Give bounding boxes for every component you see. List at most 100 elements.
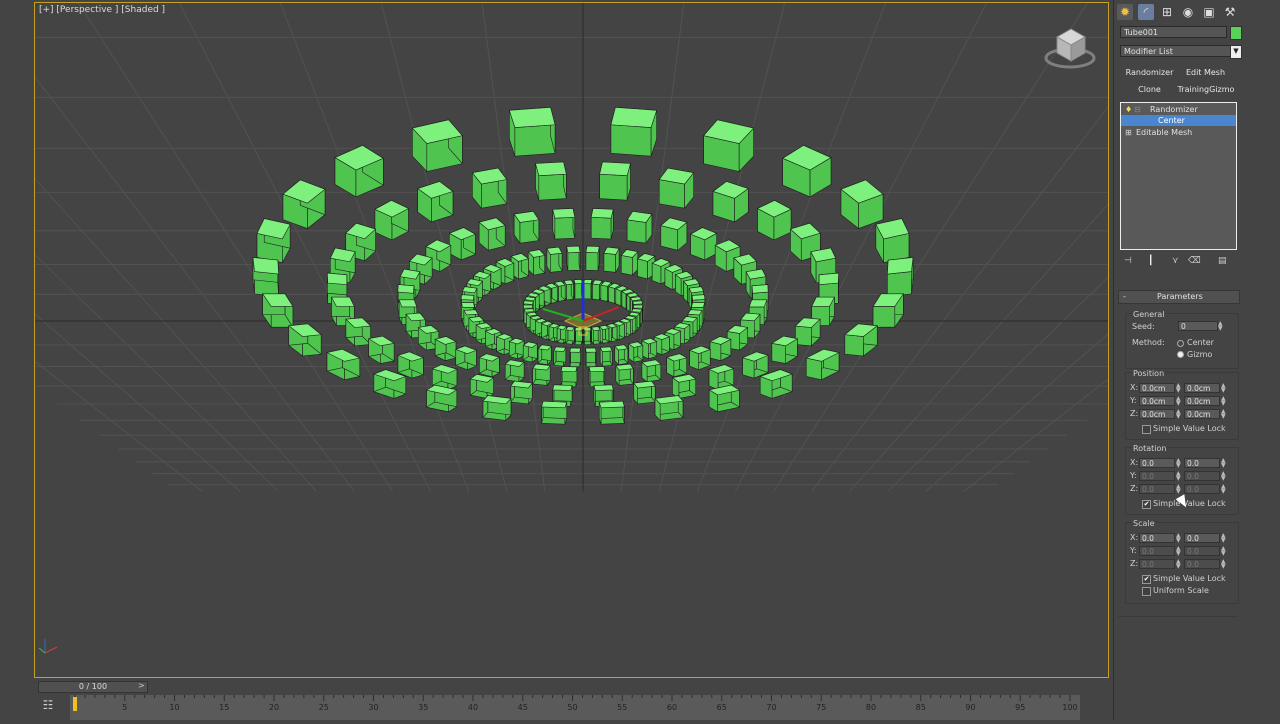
box-side-face[interactable] — [515, 125, 555, 156]
box-side-face[interactable] — [584, 284, 591, 299]
box-top-face[interactable] — [461, 303, 474, 308]
spinner-arrows-icon[interactable]: ▲▼ — [1221, 396, 1226, 406]
motion-icon[interactable]: ◉ — [1180, 4, 1196, 20]
box-side-face[interactable] — [772, 343, 786, 363]
time-slider[interactable]: 0 / 100 — [38, 681, 148, 693]
current-frame-marker[interactable] — [73, 697, 77, 711]
box-top-face[interactable] — [591, 208, 613, 218]
value-max-spinner[interactable]: 0.0cm — [1184, 396, 1220, 406]
stack-item-editable-mesh[interactable]: ⊞ Editable Mesh — [1121, 127, 1236, 138]
box-side-face[interactable] — [600, 174, 628, 200]
spinner-arrows-icon[interactable]: ▲▼ — [1176, 396, 1181, 406]
box-top-face[interactable] — [600, 347, 612, 352]
spinner-arrows-icon[interactable]: ▲▼ — [1221, 559, 1226, 569]
rotation-lock-checkbox[interactable]: ✔ — [1142, 500, 1151, 509]
spinner-arrows-icon[interactable]: ▲▼ — [1221, 533, 1226, 543]
box-side-face[interactable] — [845, 335, 864, 356]
value-min-spinner[interactable]: 0.0 — [1139, 471, 1175, 481]
box-top-face[interactable] — [570, 348, 581, 352]
spinner-arrows-icon[interactable]: ▲▼ — [1176, 471, 1181, 481]
box-top-face[interactable] — [509, 107, 555, 127]
box-top-face[interactable] — [586, 246, 599, 253]
box-top-face[interactable] — [523, 301, 533, 305]
value-min-spinner[interactable]: 0.0cm — [1139, 383, 1175, 393]
value-min-spinner[interactable]: 0.0 — [1139, 458, 1175, 468]
pin-stack-icon[interactable]: ⊣ — [1124, 256, 1132, 266]
parameters-rollout-header[interactable]: - Parameters — [1118, 290, 1240, 304]
display-icon[interactable]: ▣ — [1201, 4, 1217, 20]
value-max-spinner[interactable]: 0.0 — [1184, 546, 1220, 556]
make-unique-icon[interactable]: ⋎ — [1172, 256, 1179, 266]
curve-editor-icon[interactable]: ☷ — [40, 697, 56, 713]
box-top-face[interactable] — [524, 309, 534, 312]
modifier-stack[interactable]: ♦ ⊟ Randomizer Center ⊞ Editable Mesh — [1120, 102, 1237, 250]
box-side-face[interactable] — [627, 220, 646, 243]
expand-icon[interactable]: ⊞ — [1125, 127, 1132, 138]
box-side-face[interactable] — [710, 342, 721, 361]
box-side-face[interactable] — [806, 358, 821, 380]
box-top-face[interactable] — [553, 208, 575, 218]
value-min-spinner[interactable]: 0.0 — [1139, 533, 1175, 543]
box-side-face[interactable] — [604, 253, 616, 272]
spinner-arrows-icon[interactable]: ▲▼ — [1176, 559, 1181, 569]
chevron-down-icon[interactable]: ▼ — [1230, 45, 1242, 59]
position-lock-checkbox[interactable] — [1142, 425, 1151, 434]
box-top-face[interactable] — [542, 401, 567, 408]
value-min-spinner[interactable]: 0.0cm — [1139, 409, 1175, 419]
track-bar[interactable]: 5101520253035404550556065707580859095100 — [70, 695, 1080, 720]
box-side-face[interactable] — [659, 180, 684, 209]
box-top-face[interactable] — [599, 401, 624, 408]
scale-lock-checkbox[interactable]: ✔ — [1142, 575, 1151, 584]
method-center-radio[interactable] — [1177, 340, 1184, 347]
box-side-face[interactable] — [873, 306, 895, 327]
box-top-face[interactable] — [554, 347, 566, 352]
spinner-arrows-icon[interactable]: ▲▼ — [1221, 484, 1226, 494]
box-top-face[interactable] — [594, 385, 613, 391]
randomizer-button[interactable]: Randomizer — [1122, 66, 1177, 80]
viewport-canvas[interactable] — [35, 3, 1109, 678]
value-max-spinner[interactable]: 0.0cm — [1184, 383, 1220, 393]
box-top-face[interactable] — [611, 107, 657, 127]
box-top-face[interactable] — [633, 301, 643, 305]
spinner-arrows-icon[interactable]: ▲▼ — [1176, 533, 1181, 543]
box-side-face[interactable] — [622, 292, 626, 309]
value-max-spinner[interactable]: 0.0 — [1184, 484, 1220, 494]
box-top-face[interactable] — [585, 348, 596, 352]
spinner-arrows-icon[interactable]: ▲▼ — [1221, 409, 1226, 419]
object-name-field[interactable]: Tube001 — [1120, 26, 1227, 38]
value-max-spinner[interactable]: 0.0 — [1184, 559, 1220, 569]
gizmo-y-axis[interactable] — [543, 309, 583, 321]
remove-modifier-icon[interactable]: ⌫ — [1188, 256, 1201, 266]
hierarchy-icon[interactable]: ⊞ — [1159, 4, 1175, 20]
spinner-arrows-icon[interactable]: ▲▼ — [1221, 383, 1226, 393]
box-top-face[interactable] — [584, 279, 592, 283]
box-top-face[interactable] — [553, 385, 572, 391]
box-top-face[interactable] — [819, 273, 838, 285]
box-side-face[interactable] — [795, 326, 811, 346]
collapse-icon[interactable]: ⊟ — [1134, 104, 1141, 115]
utilities-icon[interactable]: ⚒ — [1222, 4, 1238, 20]
value-max-spinner[interactable]: 0.0 — [1184, 533, 1220, 543]
create-icon[interactable]: ✹ — [1117, 4, 1133, 20]
box-top-face[interactable] — [327, 273, 346, 285]
show-end-result-icon[interactable]: ┃ — [1148, 256, 1153, 266]
box-top-face[interactable] — [535, 162, 566, 176]
box-side-face[interactable] — [591, 217, 611, 239]
value-min-spinner[interactable]: 0.0 — [1139, 484, 1175, 494]
box-top-face[interactable] — [691, 303, 704, 308]
training-gizmo-button[interactable]: TrainingGizmo — [1176, 83, 1236, 97]
box-side-face[interactable] — [621, 255, 632, 275]
value-min-spinner[interactable]: 0.0cm — [1139, 396, 1175, 406]
spinner-arrows-icon[interactable]: ▲▼ — [1176, 383, 1181, 393]
configure-sets-icon[interactable]: ▤ — [1218, 256, 1227, 266]
box-side-face[interactable] — [539, 174, 567, 200]
box-top-face[interactable] — [567, 246, 580, 253]
spinner-arrows-icon[interactable]: ▲▼ — [1221, 471, 1226, 481]
next-frame-icon[interactable]: > — [138, 681, 145, 690]
box-top-face[interactable] — [464, 310, 478, 315]
value-max-spinner[interactable]: 0.0 — [1184, 458, 1220, 468]
box-side-face[interactable] — [555, 217, 575, 239]
box-top-face[interactable] — [523, 305, 532, 308]
box-top-face[interactable] — [692, 295, 705, 300]
spinner-arrows-icon[interactable]: ▲▼ — [1221, 458, 1226, 468]
